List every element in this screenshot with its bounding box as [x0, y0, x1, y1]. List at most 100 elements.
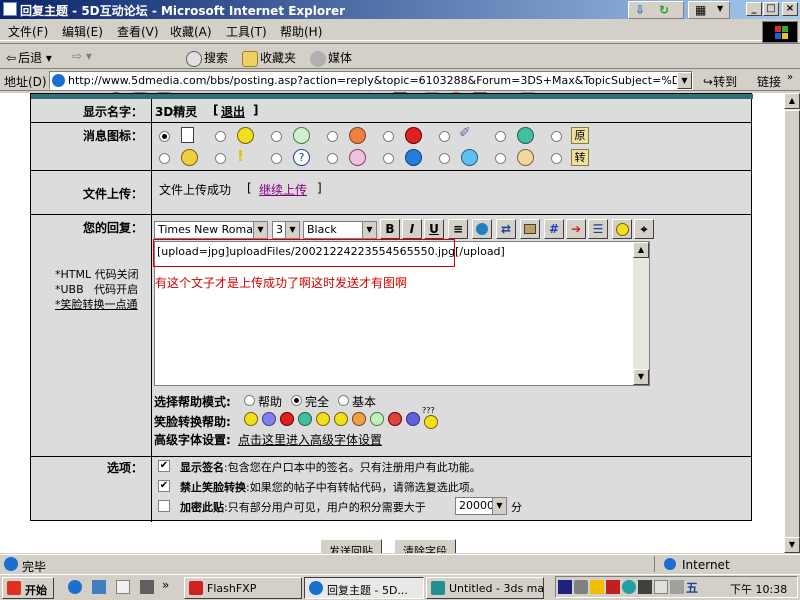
insert-image-button[interactable]: [520, 219, 540, 239]
layout-toggle[interactable]: ▦ ▼: [688, 1, 730, 19]
icon-radio-7[interactable]: [495, 131, 506, 142]
menu-file[interactable]: 文件(F): [8, 23, 48, 40]
tray-ime-indicator[interactable]: 五: [686, 579, 698, 596]
scroll-down-icon[interactable]: ▼: [784, 537, 800, 553]
help-mode-radio-full[interactable]: [291, 395, 302, 406]
links-button[interactable]: 链接: [757, 73, 781, 90]
font-select[interactable]: Times New Roman ▼: [154, 221, 268, 239]
smile-help-laugh-icon[interactable]: [334, 412, 348, 426]
minimize-button[interactable]: _: [746, 2, 762, 16]
ie-window-icon[interactable]: [3, 2, 17, 16]
quicklaunch-chevron-icon[interactable]: »: [162, 578, 169, 592]
tray-app-icon[interactable]: [558, 580, 572, 594]
insert-email-button[interactable]: ⇄: [496, 219, 516, 239]
media-button[interactable]: 媒体: [310, 49, 352, 67]
bold-button[interactable]: B: [380, 219, 400, 239]
textarea-scroll-down-icon[interactable]: ▼: [633, 369, 649, 385]
tray-monitor-icon[interactable]: [638, 580, 652, 594]
close-button[interactable]: ×: [782, 2, 798, 16]
smile-help-confused-icon[interactable]: [424, 415, 438, 429]
icon-radio-2[interactable]: [215, 131, 226, 142]
chevron-down-icon[interactable]: ▼: [717, 4, 723, 13]
size-select[interactable]: 3 ▼: [272, 221, 300, 239]
window-grid-icon[interactable]: ▦: [695, 3, 706, 17]
smile-help-happy-icon[interactable]: [316, 412, 330, 426]
smile-help-tongue-icon[interactable]: [352, 412, 366, 426]
smile-help-dizzy-icon[interactable]: [406, 412, 420, 426]
signature-checkbox[interactable]: ✔: [158, 460, 170, 472]
icon-radio-12[interactable]: [327, 153, 338, 164]
color-select[interactable]: Black ▼: [303, 221, 377, 239]
menu-favorites[interactable]: 收藏(A): [170, 23, 212, 40]
task-reply-topic[interactable]: 回复主题 - 5D...: [304, 577, 424, 599]
icon-radio-3[interactable]: [271, 131, 282, 142]
underline-button[interactable]: U: [424, 219, 444, 239]
quicklaunch-desktop-icon[interactable]: [116, 580, 130, 594]
italic-button[interactable]: I: [402, 219, 422, 239]
encrypt-checkbox[interactable]: [158, 500, 170, 512]
quicklaunch-app-icon[interactable]: [140, 580, 154, 594]
clear-fields-button[interactable]: 清除字段: [394, 539, 456, 553]
smile-help-sick-icon[interactable]: [370, 412, 384, 426]
textarea-scroll-up-icon[interactable]: ▲: [633, 242, 649, 258]
menu-help[interactable]: 帮助(H): [280, 23, 322, 40]
insert-link-button[interactable]: [472, 219, 492, 239]
continue-upload-link[interactable]: 继续上传: [259, 181, 307, 198]
smile-help-angry-icon[interactable]: [280, 412, 294, 426]
start-button[interactable]: 开始: [2, 577, 54, 599]
smile-help-smile-icon[interactable]: [244, 412, 258, 426]
tray-k-icon[interactable]: [606, 580, 620, 594]
textarea-scrollbar[interactable]: ▲ ▼: [633, 242, 649, 385]
refresh-green-icon[interactable]: ↻: [659, 3, 669, 17]
favorites-button[interactable]: 收藏夹: [242, 49, 296, 67]
icon-radio-10[interactable]: [215, 153, 226, 164]
icon-radio-8[interactable]: [551, 131, 562, 142]
search-button[interactable]: 搜索: [186, 49, 228, 67]
maximize-button[interactable]: □: [763, 2, 779, 16]
icon-radio-15[interactable]: [495, 153, 506, 164]
task-flashfxp[interactable]: FlashFXP: [184, 577, 302, 599]
download-icon[interactable]: ⇩: [635, 3, 645, 17]
insert-code-button[interactable]: #: [544, 219, 564, 239]
icon-radio-1[interactable]: [159, 131, 170, 142]
forward-button[interactable]: ⇨ ▾: [72, 49, 92, 63]
address-input[interactable]: http://www.5dmedia.com/bbs/posting.asp?a…: [49, 71, 693, 90]
insert-quote-button[interactable]: ➔: [566, 219, 586, 239]
smile-help-grin-icon[interactable]: [298, 412, 312, 426]
icon-radio-5[interactable]: [383, 131, 394, 142]
back-button[interactable]: ⇦ 后退 ▾: [6, 49, 52, 67]
tray-pen-icon[interactable]: [654, 580, 668, 594]
tray-volume-icon[interactable]: [574, 580, 588, 594]
encrypt-points-select[interactable]: 20000 ▼: [455, 497, 507, 515]
links-chevron-icon[interactable]: »: [787, 72, 793, 83]
menu-edit[interactable]: 编辑(E): [62, 23, 103, 40]
icon-radio-14[interactable]: [439, 153, 450, 164]
help-mode-radio-basic[interactable]: [338, 395, 349, 406]
icon-radio-11[interactable]: [271, 153, 282, 164]
icon-radio-4[interactable]: [327, 131, 338, 142]
disable-smile-checkbox[interactable]: ✔: [158, 480, 170, 492]
advanced-font-link[interactable]: 点击这里进入高级字体设置: [238, 431, 382, 448]
icon-radio-9[interactable]: [159, 153, 170, 164]
tray-notify-icon[interactable]: [590, 580, 604, 594]
scroll-thumb[interactable]: [784, 110, 800, 540]
quicklaunch-outlook-icon[interactable]: [92, 580, 106, 594]
icon-radio-16[interactable]: [551, 153, 562, 164]
go-button[interactable]: ↪转到: [703, 73, 737, 90]
address-dropdown-arrow-icon[interactable]: ▼: [677, 72, 692, 89]
help-cursor-button[interactable]: ⌖: [634, 219, 654, 239]
page-scrollbar[interactable]: ▲ ▼: [784, 93, 800, 553]
icon-radio-13[interactable]: [383, 153, 394, 164]
smile-help-sad-icon[interactable]: [262, 412, 276, 426]
insert-list-button[interactable]: ☰: [588, 219, 608, 239]
menu-view[interactable]: 查看(V): [117, 23, 159, 40]
quicklaunch-ie-icon[interactable]: [68, 580, 82, 594]
scroll-up-icon[interactable]: ▲: [784, 93, 800, 109]
smile-help-mad-icon[interactable]: [388, 412, 402, 426]
insert-smiley-button[interactable]: [612, 219, 632, 239]
tray-network-icon[interactable]: [622, 580, 636, 594]
center-align-button[interactable]: ≡: [448, 219, 468, 239]
logout-link[interactable]: 退出: [221, 103, 245, 120]
menu-tools[interactable]: 工具(T): [226, 23, 267, 40]
smile-guide-link[interactable]: *笑脸转换一点通: [55, 296, 138, 312]
